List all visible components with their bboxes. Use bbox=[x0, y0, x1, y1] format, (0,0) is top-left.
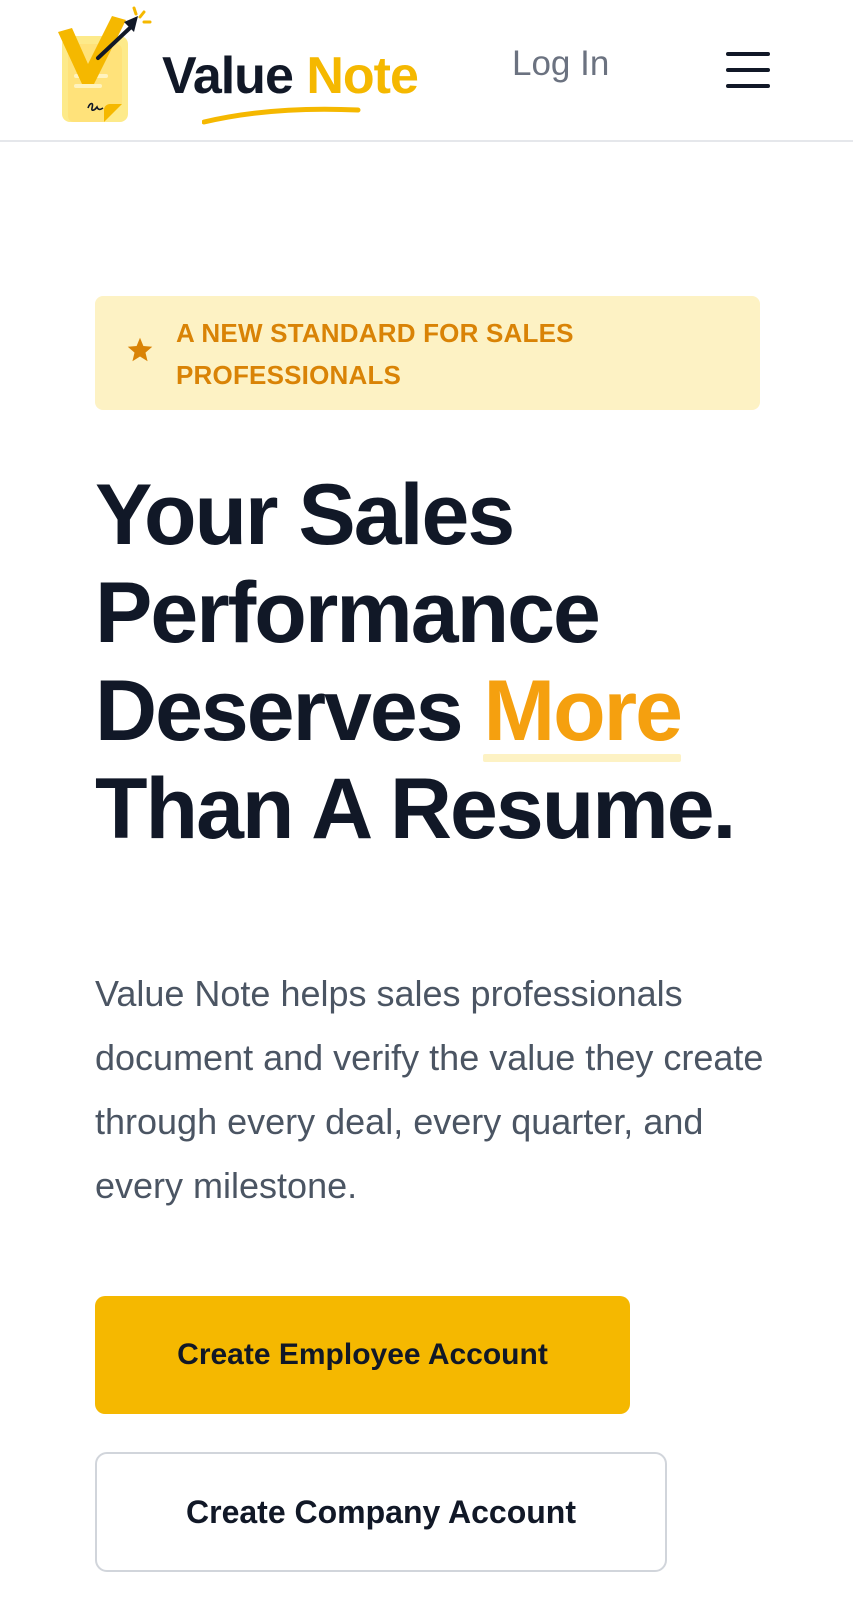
value-note-logo-icon bbox=[58, 6, 152, 122]
logo-link[interactable]: Value Note bbox=[54, 4, 434, 134]
tagline-text: A NEW STANDARD FOR SALES PROFESSIONALS bbox=[176, 318, 574, 390]
logo-word-accent: Note bbox=[306, 47, 419, 105]
hero-headline: Your Sales Performance Deserves More Tha… bbox=[95, 466, 815, 858]
hero-description: Value Note helps sales professionals doc… bbox=[95, 973, 764, 1206]
logo-wordmark: Value Note bbox=[162, 46, 419, 106]
login-link[interactable]: Log In bbox=[512, 42, 609, 86]
logo-word-primary: Value bbox=[162, 47, 294, 105]
create-employee-account-button[interactable]: Create Employee Account bbox=[95, 1296, 630, 1414]
star-icon bbox=[127, 337, 153, 362]
logo-swoosh-decoration bbox=[202, 106, 361, 125]
headline-highlight: More bbox=[483, 663, 683, 762]
create-company-account-button[interactable]: Create Company Account bbox=[95, 1452, 667, 1572]
headline-tail: Than A Resume. bbox=[95, 761, 736, 857]
hamburger-menu-icon[interactable] bbox=[722, 48, 772, 92]
site-header: Value Note Log In bbox=[0, 0, 853, 142]
